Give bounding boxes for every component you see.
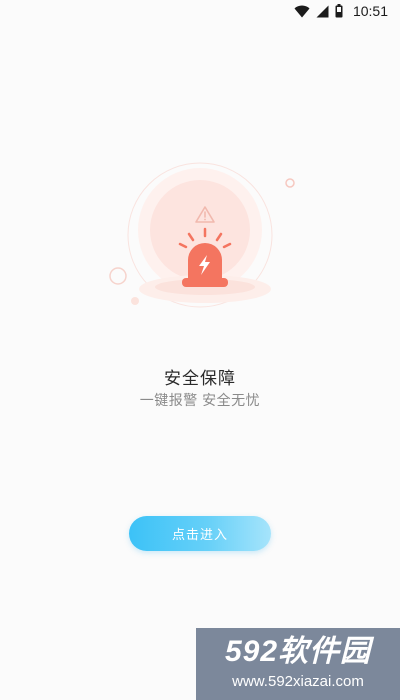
page-title: 安全保障 [164, 369, 236, 388]
hero-illustration [95, 150, 305, 320]
status-time: 10:51 [352, 3, 388, 19]
watermark: 592软件园 www.592xiazai.com [196, 628, 400, 700]
status-bar: 10:51 [0, 0, 400, 22]
battery-icon [335, 4, 343, 18]
signal-icon [316, 5, 329, 18]
enter-button[interactable]: 点击进入 [129, 516, 271, 551]
page-subtitle: 一键报警 安全无忧 [139, 392, 261, 408]
watermark-brand: 592软件园 [224, 635, 372, 668]
watermark-url: www.592xiazai.com [232, 673, 364, 690]
wifi-icon [294, 5, 310, 18]
